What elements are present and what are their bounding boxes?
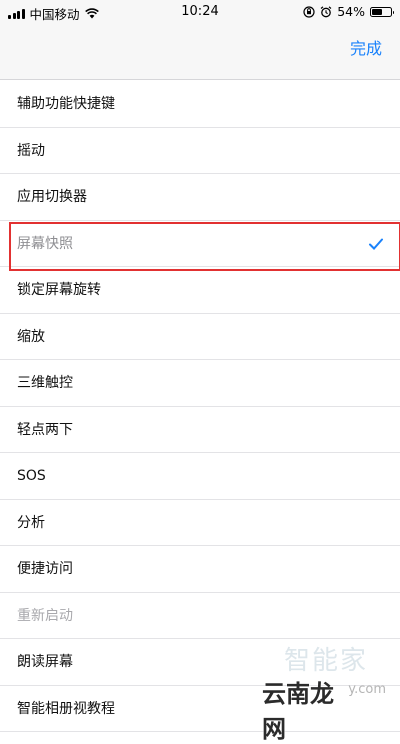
orientation-lock-icon [303, 5, 315, 18]
list-item[interactable]: 朗读屏幕 [0, 639, 400, 686]
section-gap [0, 67, 400, 80]
list-item[interactable]: 辅助功能快捷键 [0, 81, 400, 128]
list-item-label: 智能相册视教程 [17, 700, 115, 717]
list-item-label: 分析 [17, 514, 45, 531]
list-item: 重新启动 [0, 593, 400, 639]
list-item-label: 缩放 [17, 328, 45, 345]
list-item[interactable]: 便捷访问 [0, 546, 400, 593]
list-item-label: 便捷访问 [17, 561, 73, 577]
list-item-label: 应用切换器 [17, 189, 87, 205]
list-item-label: 轻点两下 [17, 421, 73, 438]
list-item[interactable]: 智能相册视教程 [0, 686, 400, 732]
list-item[interactable]: 应用切换器 [0, 174, 400, 221]
done-button[interactable]: 完成 [350, 35, 382, 59]
checkmark-icon [369, 238, 383, 250]
list-item-label: 辅助功能快捷键 [17, 96, 115, 112]
shortcut-options-list: 辅助功能快捷键 摇动应用切换器屏幕快照锁定屏幕旋转 缩放三维触控轻点两下 SOS 分析便… [0, 81, 400, 732]
status-right: 54% [303, 4, 394, 19]
battery-percent: 54% [337, 4, 365, 19]
list-item-label: 朗读屏幕 [17, 654, 73, 670]
list-item-label: 三维触控 [17, 375, 73, 391]
list-item-label: 重新启动 [17, 607, 73, 624]
nav-bar: 完成 [0, 24, 400, 67]
list-item[interactable]: 摇动 [0, 128, 400, 174]
list-item-label: 摇动 [17, 142, 45, 159]
battery-icon [370, 6, 394, 17]
list-item[interactable]: 轻点两下 [0, 407, 400, 453]
list-item[interactable]: 分析 [0, 500, 400, 546]
alarm-icon [320, 5, 332, 17]
list-item[interactable]: 缩放 [0, 314, 400, 360]
status-bar: 中国移动 10:24 54% [0, 0, 400, 24]
list-item-label: 屏幕快照 [17, 235, 73, 252]
list-item-label: 锁定屏幕旋转 [17, 282, 101, 298]
list-item[interactable]: 锁定屏幕旋转 [0, 267, 400, 314]
battery-fill [372, 8, 382, 15]
list-item[interactable]: 三维触控 [0, 360, 400, 407]
list-item[interactable]: 屏幕快照 [0, 221, 400, 267]
list-item[interactable]: SOS [0, 453, 400, 500]
list-item-label: SOS [17, 468, 46, 484]
